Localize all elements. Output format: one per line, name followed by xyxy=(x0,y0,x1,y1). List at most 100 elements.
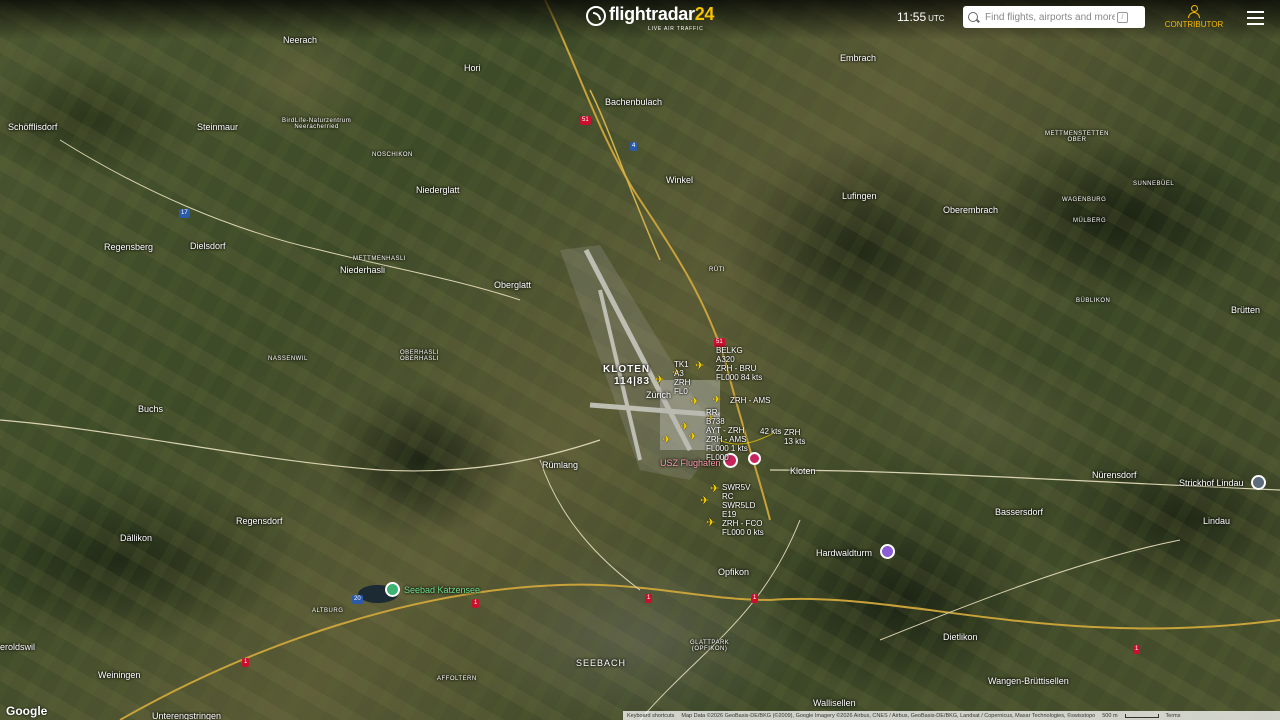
place-mettmenhasli: METTMENHASLI xyxy=(353,256,407,262)
scale-label: 500 m xyxy=(1102,712,1118,719)
place-rumlang: Rümlang xyxy=(542,460,579,470)
place-brutten: Brütten xyxy=(1231,305,1261,315)
aircraft-label[interactable]: 42 kts xyxy=(760,427,781,436)
road-rumlang xyxy=(539,459,641,591)
place-ruti: RÜTI xyxy=(709,267,725,273)
place-hardwaldturm: Hardwaldturm xyxy=(816,548,873,558)
place-nassenwil: NASSENWIL xyxy=(268,356,308,362)
hospital-pin-icon[interactable] xyxy=(748,452,761,465)
aircraft-icon[interactable]: ✈ xyxy=(695,359,704,372)
place-zurich-airport: Zürich xyxy=(646,390,672,400)
aircraft-icon[interactable]: ✈ xyxy=(690,395,699,408)
flightradar24-logo[interactable]: flightradar24 LIVE AIR TRAFFIC xyxy=(586,4,714,34)
place-niederhasli: Niederhasli xyxy=(340,265,386,275)
place-dielsdorf: Dielsdorf xyxy=(190,241,226,251)
satellite-map[interactable]: Neerach Hori Bachenbulach Embrach Schöff… xyxy=(0,0,1280,720)
road-west xyxy=(0,419,601,472)
aircraft-icon[interactable]: ✈ xyxy=(710,482,719,495)
aircraft-icon[interactable]: ✈ xyxy=(712,393,721,406)
contributor-button[interactable]: CONTRIBUTOR xyxy=(1164,5,1224,29)
user-icon xyxy=(1188,5,1200,18)
place-winkel: Winkel xyxy=(666,175,694,185)
top-bar: flightradar24 LIVE AIR TRAFFIC 11:55 UTC … xyxy=(0,0,1280,40)
place-weiningen: Weiningen xyxy=(98,670,141,680)
search-input[interactable] xyxy=(985,11,1115,23)
map-data-credits: Map Data ©2026 GeoBasis-DE/BKG (©2009), … xyxy=(681,712,1096,719)
road-north-west xyxy=(59,139,521,301)
place-affoltern: AFFOLTERN xyxy=(437,676,477,682)
place-seebach: SEEBACH xyxy=(576,658,627,668)
aircraft-label[interactable]: RR. B738 AYT - ZRH ZRH - AMS FL000 1 kts… xyxy=(706,408,748,462)
place-glattpark: GLATTPARK (OPFIKON) xyxy=(690,640,730,652)
school-pin-icon[interactable] xyxy=(1251,475,1266,490)
road-south xyxy=(639,519,801,720)
park-pin-icon[interactable] xyxy=(385,582,400,597)
aircraft-icon[interactable]: ✈ xyxy=(662,433,671,446)
place-nurensdorf: Nürensdorf xyxy=(1092,470,1137,480)
place-buchs: Buchs xyxy=(138,404,164,414)
place-bassersdorf: Bassersdorf xyxy=(995,507,1044,517)
place-lindau: Lindau xyxy=(1203,516,1231,526)
place-oberembrach: Oberembrach xyxy=(943,205,999,215)
place-hori: Hori xyxy=(464,63,481,73)
aircraft-icon[interactable]: ✈ xyxy=(700,494,709,507)
utc-clock: 11:55 UTC xyxy=(897,10,945,24)
place-mulberg: MÜLBERG xyxy=(1073,218,1107,224)
landmark-pin-icon[interactable] xyxy=(880,544,895,559)
road-shield: 1 xyxy=(751,594,759,603)
place-dietlikon: Dietlikon xyxy=(943,632,978,642)
logo-tagline: LIVE AIR TRAFFIC xyxy=(648,26,704,32)
map-roads-layer xyxy=(0,0,1280,720)
aircraft-label[interactable]: TK1 A3 ZRH FL0 xyxy=(674,360,690,396)
place-birdlife: BirdLife-Naturzentrum Neeracherried xyxy=(282,118,352,130)
aircraft-label[interactable]: ZRH - AMS xyxy=(730,396,770,405)
place-wangen-bruttisellen: Wangen-Brüttisellen xyxy=(988,676,1069,686)
airport-kloten-label: KLOTEN xyxy=(603,364,651,375)
scale-bar xyxy=(1124,713,1159,718)
google-logo: Google xyxy=(6,704,48,718)
aircraft-label[interactable]: BELKG A320 ZRH - BRU FL000 84 kts xyxy=(716,346,762,382)
aircraft-icon[interactable]: ✈ xyxy=(688,430,697,443)
aircraft-icon[interactable]: ✈ xyxy=(655,373,664,386)
keyboard-shortcuts-link[interactable]: Keyboard shortcuts xyxy=(627,713,674,719)
place-unterengstringen: Unterengstringen xyxy=(152,711,222,720)
hamburger-menu-icon[interactable] xyxy=(1247,11,1264,25)
place-schofflisdorf: Schöfflisdorf xyxy=(8,122,58,132)
road-shield: 17 xyxy=(179,209,190,218)
road-shield: 20 xyxy=(352,595,363,604)
search-box[interactable]: / xyxy=(963,6,1145,28)
place-altburg: ALTBURG xyxy=(312,608,344,614)
place-wallisellen: Wallisellen xyxy=(813,698,856,708)
place-regensberg: Regensberg xyxy=(104,242,154,252)
radar-logo-icon xyxy=(586,6,606,26)
road-shield: 51 xyxy=(580,116,591,125)
search-shortcut-key: / xyxy=(1117,11,1128,23)
place-seebad-katzensee: Seebad Katzensee xyxy=(404,585,481,595)
logo-text: flightradar24 xyxy=(609,4,715,24)
road-shield: 1 xyxy=(472,599,480,608)
aircraft-icon[interactable]: ✈ xyxy=(706,516,715,529)
place-strickhof-lindau: Strickhof Lindau xyxy=(1179,478,1244,488)
place-lufingen: Lufingen xyxy=(842,191,877,201)
aircraft-label[interactable]: SWR5V RC SWR5LD E19 ZRH - FCO FL000 0 kt… xyxy=(722,483,764,537)
motorway-a51-north xyxy=(589,89,661,261)
place-mettmenstetten: METTMENSTETTEN OBER xyxy=(1045,131,1109,143)
place-bubliikon: BÜBLIKON xyxy=(1076,298,1111,304)
place-noschikon: NOSCHIKON xyxy=(372,152,413,158)
road-shield: 1 xyxy=(242,658,250,667)
terms-link[interactable]: Terms xyxy=(1166,713,1181,719)
place-opfikon: Opfikon xyxy=(718,567,750,577)
airport-kloten-code: 114|83 xyxy=(614,376,651,387)
motorway-a1 xyxy=(119,583,1280,720)
place-sunnebuel: SUNNEBÜEL xyxy=(1133,181,1175,187)
road-shield: 4 xyxy=(630,142,638,151)
place-kloten: Kloten xyxy=(790,466,816,476)
place-niederglatt: Niederglatt xyxy=(416,185,460,195)
place-steinmaur: Steinmaur xyxy=(197,122,239,132)
place-dallikon: Dällikon xyxy=(120,533,153,543)
aircraft-label[interactable]: ZRH 13 kts xyxy=(784,428,805,446)
map-attribution-bar: Keyboard shortcuts Map Data ©2026 GeoBas… xyxy=(623,711,1280,720)
contributor-label: CONTRIBUTOR xyxy=(1164,20,1224,29)
place-eroldswil: eroldswil xyxy=(0,642,36,652)
search-icon xyxy=(968,12,978,22)
